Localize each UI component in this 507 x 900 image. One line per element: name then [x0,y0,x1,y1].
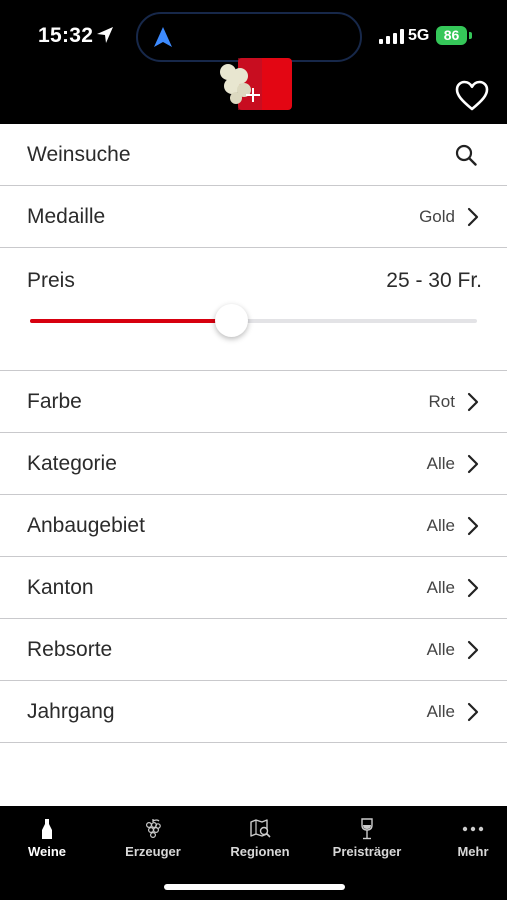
filter-label: Kategorie [27,451,117,475]
search-label: Weinsuche [27,142,131,166]
filter-value: Alle [426,701,455,721]
tab-mehr[interactable]: Mehr [423,818,507,859]
price-range-value: 25 - 30 Fr. [386,269,482,292]
filter-label: Kanton [27,575,94,599]
grapes-icon [145,819,161,839]
swiss-wine-logo [220,58,292,110]
chevron-right-icon [467,578,479,597]
map-icon [250,819,271,838]
chevron-right-icon [467,454,479,473]
filter-value: Alle [426,577,455,597]
tab-label: Regionen [230,844,290,859]
search-row[interactable]: Weinsuche [0,124,507,186]
header-bar: 15:32 5G 86 [0,0,507,124]
price-label: Preis [27,269,75,292]
price-filter [0,248,507,371]
chevron-right-icon [467,516,479,535]
chevron-right-icon [467,207,479,226]
more-icon [462,826,484,832]
filter-row-kategorie[interactable]: Kategorie Alle [0,433,507,495]
tab-erzeuger[interactable]: Erzeuger [103,818,203,859]
filter-value: Rot [428,391,455,411]
filter-value: Gold [419,206,455,226]
signal-strength-icon [379,29,404,44]
wine-glass-icon [361,818,373,840]
filter-row-medaille[interactable]: Medaille Gold [0,186,507,248]
chevron-right-icon [467,702,479,721]
price-slider[interactable] [30,304,477,337]
filter-value: Alle [426,639,455,659]
tab-weine[interactable]: Weine [0,818,97,859]
filter-label: Rebsorte [27,637,113,661]
bottle-icon [42,819,52,839]
tab-label: Mehr [457,844,489,859]
tab-label: Preisträger [332,844,402,859]
filter-row-kanton[interactable]: Kanton Alle [0,557,507,619]
dynamic-island [136,12,362,62]
tab-regionen[interactable]: Regionen [210,818,310,859]
network-type: 5G [408,27,430,44]
chevron-right-icon [467,640,479,659]
filter-row-jahrgang[interactable]: Jahrgang Alle [0,681,507,743]
chevron-right-icon [467,392,479,411]
filter-row-farbe[interactable]: Farbe Rot [0,371,507,433]
filter-label: Jahrgang [27,699,115,723]
filter-label: Farbe [27,389,82,413]
price-slider-thumb[interactable] [215,304,249,337]
filter-value: Alle [426,453,455,473]
status-time: 15:32 [38,24,94,47]
filter-row-rebsorte[interactable]: Rebsorte Alle [0,619,507,681]
filter-label: Anbaugebiet [27,513,145,537]
battery-tip [469,32,472,39]
favorite-heart-icon[interactable] [455,80,489,112]
battery-level: 86 [443,27,460,43]
filter-row-anbaugebiet[interactable]: Anbaugebiet Alle [0,495,507,557]
filter-value: Alle [426,515,455,535]
location-arrow-icon [97,27,113,43]
search-icon[interactable] [455,144,477,166]
tab-label: Weine [27,844,67,859]
tab-preistraeger[interactable]: Preisträger [317,818,417,859]
price-slider-fill [30,319,232,323]
filter-label: Medaille [27,204,106,228]
battery-icon: 86 [436,26,467,45]
home-indicator [164,884,345,890]
tab-label: Erzeuger [125,844,181,859]
navigation-icon [154,27,172,47]
